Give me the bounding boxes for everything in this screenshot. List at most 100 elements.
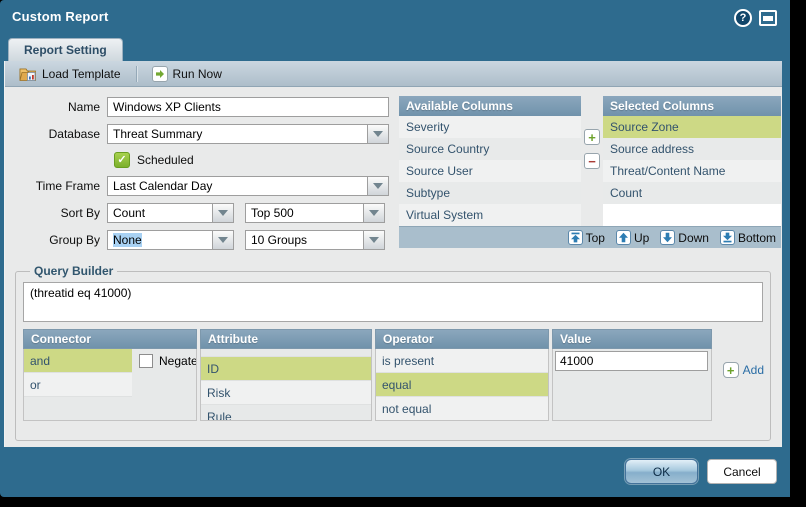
title-bar: Custom Report ? — [0, 0, 790, 38]
scheduled-row: ✓ Scheduled — [5, 149, 194, 171]
top-limit-dropdown-arrow[interactable] — [363, 204, 384, 222]
operator-option[interactable]: not equal — [376, 397, 548, 420]
move-down-label: Down — [678, 230, 709, 245]
connector-header: Connector — [23, 329, 197, 349]
move-down-button[interactable]: Down — [660, 230, 709, 245]
remove-column-button[interactable]: − — [584, 153, 600, 169]
toolbar-separator — [135, 65, 137, 82]
footer-bar: OK Cancel — [0, 447, 790, 497]
time-frame-dropdown[interactable]: Last Calendar Day — [107, 176, 389, 196]
value-input[interactable] — [555, 351, 708, 371]
query-builder-legend: Query Builder — [34, 264, 114, 278]
folder-icon — [19, 68, 36, 81]
time-frame-value: Last Calendar Day — [113, 179, 213, 193]
move-top-icon — [567, 230, 583, 245]
move-bottom-button[interactable]: Bottom — [719, 230, 776, 245]
add-label: Add — [742, 363, 764, 377]
attribute-option[interactable]: Risk — [201, 381, 371, 405]
connector-body: and or Negate — [23, 349, 197, 421]
attribute-column: Attribute Destination User ID Risk Rule — [200, 329, 372, 421]
value-header: Value — [552, 329, 712, 349]
help-icon[interactable]: ? — [734, 9, 752, 27]
move-top-button[interactable]: Top — [567, 230, 605, 245]
move-up-label: Up — [633, 230, 650, 245]
group-by-value: None — [108, 233, 212, 247]
sort-by-dropdown-arrow[interactable] — [212, 204, 233, 222]
negate-checkbox[interactable] — [139, 354, 153, 368]
sort-by-value: Count — [113, 206, 146, 220]
operator-option-selected[interactable]: equal — [376, 373, 548, 397]
attribute-option-selected[interactable]: ID — [201, 357, 371, 381]
attribute-option[interactable]: Destination User — [201, 349, 371, 357]
attribute-header: Attribute — [200, 329, 372, 349]
database-row: Database Threat Summary — [5, 123, 389, 145]
sort-by-dropdown[interactable]: Count — [107, 203, 234, 223]
minimize-icon[interactable] — [759, 10, 777, 26]
chevron-down-icon — [218, 210, 228, 216]
add-condition-button[interactable]: + Add — [722, 362, 764, 378]
database-value: Threat Summary — [113, 127, 203, 141]
query-text-area[interactable]: (threatid eq 41000) — [23, 282, 763, 322]
top-limit-value: Top 500 — [251, 206, 294, 220]
cancel-button[interactable]: Cancel — [707, 459, 777, 484]
move-bottom-label: Bottom — [737, 230, 776, 245]
list-item[interactable]: Source User — [399, 160, 581, 182]
selected-columns-list: Source Zone Source address Threat/Conten… — [603, 116, 781, 226]
attribute-body: Destination User ID Risk Rule — [200, 349, 372, 421]
time-frame-label: Time Frame — [35, 179, 100, 193]
toolbar: Load Template Run Now — [5, 61, 782, 87]
list-item[interactable]: Virtual System — [399, 204, 581, 226]
chevron-down-icon — [369, 210, 379, 216]
negate-control: Negate — [139, 354, 197, 368]
scheduled-checkbox[interactable]: ✓ — [114, 152, 130, 168]
value-body — [552, 349, 712, 421]
group-by-dropdown[interactable]: None — [107, 230, 234, 250]
move-up-button[interactable]: Up — [615, 230, 650, 245]
list-item[interactable]: Source Country — [399, 138, 581, 160]
connector-option[interactable]: or — [24, 373, 132, 397]
chevron-down-icon — [218, 237, 228, 243]
value-column: Value — [552, 329, 712, 421]
column-picker: Available Columns Severity Source Countr… — [399, 96, 781, 248]
tab-row: Report Setting — [0, 38, 790, 61]
groups-count-dropdown-arrow[interactable] — [363, 231, 384, 249]
attribute-option[interactable]: Rule — [201, 405, 371, 420]
selected-columns-header: Selected Columns — [603, 96, 781, 116]
groups-count-dropdown[interactable]: 10 Groups — [245, 230, 385, 250]
group-by-dropdown-arrow[interactable] — [212, 231, 233, 249]
list-item[interactable]: Source address — [603, 138, 781, 160]
database-dropdown-arrow[interactable] — [367, 125, 388, 143]
tab-report-setting[interactable]: Report Setting — [8, 38, 123, 61]
operator-option[interactable]: is present — [376, 349, 548, 373]
name-input[interactable] — [107, 97, 389, 117]
list-item[interactable]: Severity — [399, 116, 581, 138]
list-item[interactable]: Threat/Content Name — [603, 160, 781, 182]
connector-column: Connector and or Negate — [23, 329, 197, 421]
scheduled-label: Scheduled — [137, 153, 194, 167]
top-limit-dropdown[interactable]: Top 500 — [245, 203, 385, 223]
group-by-label: Group By — [49, 233, 100, 247]
run-now-icon — [151, 65, 168, 82]
time-frame-dropdown-arrow[interactable] — [367, 177, 388, 195]
chevron-down-icon — [373, 131, 383, 137]
ok-button[interactable]: OK — [625, 459, 698, 484]
group-by-row: Group By None 10 Groups — [5, 229, 385, 251]
groups-count-value: 10 Groups — [251, 233, 308, 247]
database-dropdown[interactable]: Threat Summary — [107, 124, 389, 144]
list-item-selected[interactable]: Source Zone — [603, 116, 781, 138]
add-column-button[interactable]: + — [584, 129, 600, 145]
load-template-button[interactable]: Load Template — [14, 65, 126, 83]
move-down-icon — [660, 230, 676, 245]
connector-option-selected[interactable]: and — [24, 349, 132, 373]
sort-by-row: Sort By Count Top 500 — [5, 202, 385, 224]
dialog-title: Custom Report — [12, 9, 109, 24]
sort-by-label: Sort By — [60, 206, 100, 220]
selected-columns-panel: Selected Columns Source Zone Source addr… — [603, 96, 781, 226]
negate-label: Negate — [159, 354, 197, 368]
run-now-button[interactable]: Run Now — [147, 64, 227, 84]
list-item[interactable]: Subtype — [399, 182, 581, 204]
list-item[interactable]: Count — [603, 182, 781, 204]
name-row: Name — [5, 96, 389, 118]
column-order-bar: Top Up Down Bottom — [399, 226, 781, 248]
available-columns-list: Severity Source Country Source User Subt… — [399, 116, 581, 226]
